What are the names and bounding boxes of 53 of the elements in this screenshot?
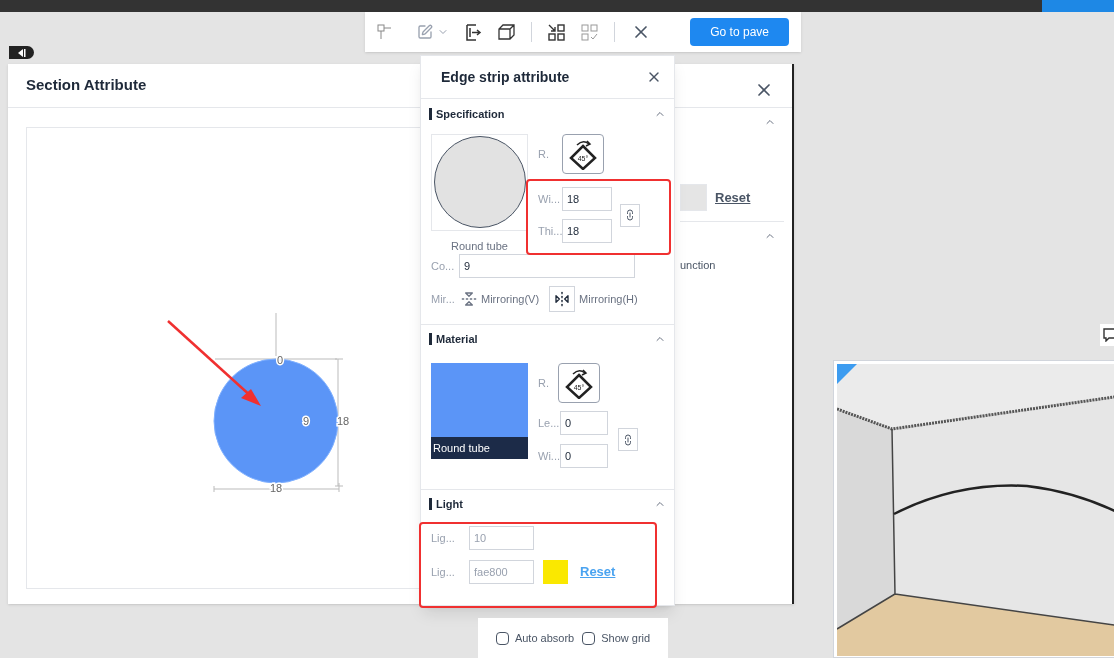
window-title: Section Attribute: [26, 75, 147, 96]
section-marker: [429, 108, 432, 120]
shape-caption: Round tube: [451, 238, 508, 254]
section-marker: [429, 498, 432, 510]
link-icon[interactable]: [620, 203, 640, 227]
grid-check-icon[interactable]: [581, 23, 598, 41]
section-title: Light: [436, 496, 463, 512]
section-title: Specification: [436, 106, 505, 122]
field-label: Lig...: [431, 564, 456, 580]
section-title: Material: [436, 331, 478, 347]
mirror-horizontal-icon[interactable]: [549, 286, 576, 312]
checkbox[interactable]: [495, 631, 509, 645]
material-swatch[interactable]: Round tube: [431, 363, 528, 459]
field-label: Mir...: [431, 291, 456, 307]
checkbox-label[interactable]: Auto absorb: [514, 629, 575, 647]
field-label: Wi...: [538, 191, 561, 207]
input-field[interactable]: 0: [560, 444, 608, 468]
panel-title: Edge strip attribute: [441, 67, 570, 87]
field-label: Wi...: [538, 448, 560, 464]
input-field[interactable]: 18: [562, 219, 612, 243]
field-label: Le...: [538, 415, 560, 431]
input-field[interactable]: 18: [562, 187, 612, 211]
edit-icon[interactable]: [417, 24, 433, 40]
field-label: R.: [538, 146, 550, 162]
reset-link[interactable]: Reset: [715, 187, 751, 208]
comment-icon[interactable]: [1100, 324, 1114, 346]
mirror-vertical-icon[interactable]: [461, 291, 477, 307]
checkbox[interactable]: [582, 631, 596, 645]
go-to-pave-button[interactable]: Go to pave: [690, 18, 789, 46]
option-label: unction: [680, 258, 717, 273]
mirror-vertical-label[interactable]: Mirroring(V): [481, 290, 540, 308]
input-field[interactable]: 9: [459, 254, 635, 278]
pin-icon[interactable]: [377, 24, 393, 40]
field-label: Thi...: [538, 223, 562, 239]
dimension-label: 9: [302, 415, 310, 427]
field-label: Co...: [431, 258, 456, 274]
dimension-label: 18: [336, 415, 350, 427]
field-label: Lig...: [431, 530, 456, 546]
mirror-horizontal-label[interactable]: Mirroring(H): [579, 290, 638, 308]
checkbox-label[interactable]: Show grid: [601, 629, 651, 647]
corner-tag-icon: [837, 364, 857, 384]
input-field[interactable]: 0: [560, 411, 608, 435]
top-bar-accent: [1042, 0, 1114, 12]
link-icon[interactable]: [618, 428, 638, 451]
light-color-swatch[interactable]: [543, 560, 568, 584]
group-icon[interactable]: [548, 23, 565, 41]
dimension-label: 18: [269, 482, 283, 494]
export-icon[interactable]: [465, 23, 482, 41]
swatch-caption: Round tube: [431, 436, 528, 459]
color-swatch[interactable]: [680, 184, 707, 211]
collapse-handle-icon[interactable]: [9, 46, 34, 59]
section-marker: [429, 333, 432, 345]
field-label: R.: [538, 375, 548, 391]
